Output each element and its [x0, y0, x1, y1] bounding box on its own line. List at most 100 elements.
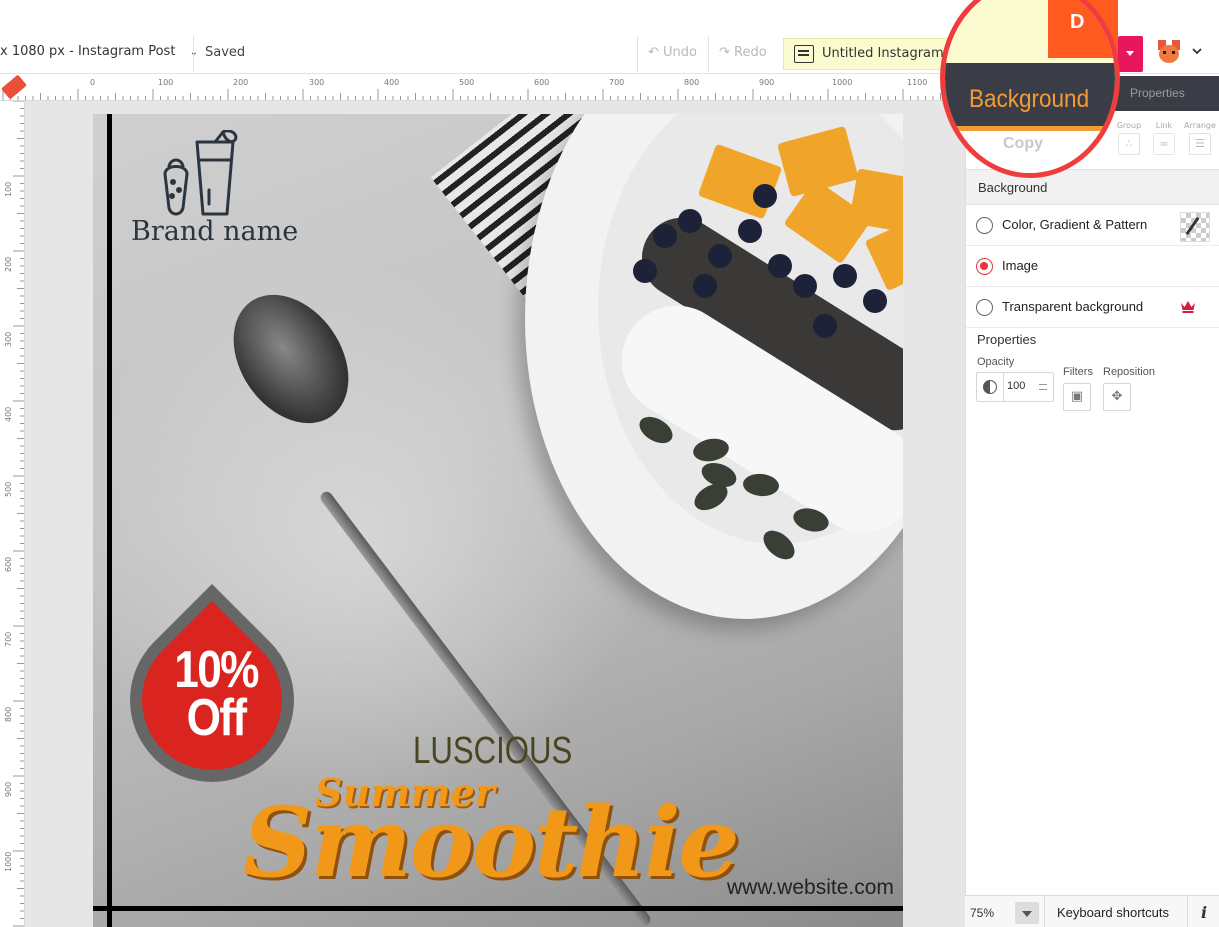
zoom-dropdown-button[interactable] — [1015, 902, 1039, 924]
ruler-label: 800 — [4, 706, 13, 722]
blueberry — [793, 274, 817, 298]
smoothie-logo-icon[interactable] — [157, 130, 247, 220]
ruler-label: 800 — [684, 78, 700, 87]
discount-percent: 10% — [174, 641, 259, 699]
group-icon: ∴ — [1118, 133, 1140, 155]
highlight-circle: D Background Copy — [940, 0, 1120, 178]
ruler-ticks — [2, 89, 964, 100]
divider — [708, 36, 709, 72]
group-tool[interactable]: Group ∴ — [1112, 121, 1146, 155]
canvas-size-label: x 1080 px - Instagram Post — [0, 44, 176, 59]
frame-line-bottom[interactable] — [93, 906, 903, 911]
zoomed-download-button: D — [1048, 0, 1115, 58]
brand-name-text[interactable]: Brand name — [131, 216, 298, 247]
discount-off: Off — [186, 689, 247, 747]
option-label: Transparent background — [1002, 299, 1144, 314]
image-filter-icon: ▣ — [1070, 389, 1084, 404]
ruler-label: 500 — [459, 78, 475, 87]
chevron-down-icon[interactable] — [1192, 46, 1202, 56]
eyedropper-icon — [1185, 216, 1200, 236]
ruler-label: 300 — [309, 78, 325, 87]
radio-color-gradient[interactable] — [976, 217, 993, 234]
ruler-label: 600 — [4, 556, 13, 572]
blueberry — [678, 209, 702, 233]
link-label: Link — [1155, 121, 1173, 130]
avatar-eyes — [1163, 51, 1175, 54]
avatar-face — [1159, 45, 1179, 63]
headline-luscious[interactable]: LUSCIOUS — [413, 730, 572, 773]
ruler-label: 200 — [4, 256, 13, 272]
download-options-button[interactable] — [1118, 36, 1143, 72]
opacity-label: Opacity — [977, 356, 1015, 368]
discount-badge-text[interactable]: 10% Off — [161, 641, 272, 747]
blueberry — [738, 219, 762, 243]
ruler-label: 1000 — [4, 851, 13, 872]
slider-grip-icon[interactable] — [1039, 384, 1047, 390]
blueberry — [768, 254, 792, 278]
zoomed-copy-label: Copy — [1003, 135, 1043, 152]
layers-icon: ☰ — [1189, 133, 1211, 155]
radio-transparent[interactable] — [976, 299, 993, 316]
opacity-value[interactable]: 100 — [1007, 380, 1025, 392]
color-picker-swatch[interactable] — [1180, 212, 1210, 242]
undo-icon: ↶ — [648, 45, 659, 60]
horizontal-ruler: 0 100 200 300 400 500 600 700 800 900 10… — [0, 76, 965, 101]
ruler-label: 900 — [759, 78, 775, 87]
redo-button[interactable]: ↷ Redo — [719, 45, 767, 60]
ruler-label: 700 — [609, 78, 625, 87]
keyboard-shortcuts-button[interactable]: Keyboard shortcuts — [1044, 896, 1188, 927]
option-label: Color, Gradient & Pattern — [1002, 217, 1148, 232]
background-section-title: Background — [978, 180, 1048, 195]
document-icon — [794, 45, 814, 63]
move-icon: ✥ — [1111, 389, 1123, 404]
ruler-label: 700 — [4, 631, 13, 647]
divider — [637, 36, 638, 72]
blueberry — [863, 289, 887, 313]
frame-line-left[interactable] — [107, 114, 112, 927]
option-image[interactable]: Image — [966, 246, 1219, 287]
design-canvas[interactable]: Brand name 10% Off LUSCIOUS Summer Smoot… — [93, 114, 903, 927]
blueberry — [753, 184, 777, 208]
ruler-label: 600 — [534, 78, 550, 87]
website-text[interactable]: www.website.com — [727, 876, 894, 900]
link-icon: ∞ — [1153, 133, 1175, 155]
undo-button[interactable]: ↶ Undo — [648, 45, 697, 60]
filters-button[interactable]: ▣ — [1063, 383, 1091, 411]
tab-properties[interactable]: Properties — [1130, 86, 1185, 100]
crown-icon — [1181, 301, 1195, 313]
opacity-icon — [983, 380, 997, 394]
filters-label: Filters — [1063, 366, 1093, 378]
zoomed-download-label: D — [1070, 11, 1085, 33]
link-tool[interactable]: Link ∞ — [1147, 121, 1181, 155]
background-section-header: Background — [966, 169, 1219, 205]
ruler-label: 200 — [233, 78, 249, 87]
zoomed-background-tab[interactable]: Background — [945, 63, 1115, 131]
group-label: Group — [1116, 121, 1142, 130]
properties-panel: Background Properties Group ∴ Link ∞ Arr… — [965, 76, 1219, 927]
ruler-label: 300 — [4, 331, 13, 347]
vertical-ruler: 100 200 300 400 500 600 700 800 900 1000 — [0, 101, 25, 927]
blueberry — [833, 264, 857, 288]
canvas-size-select[interactable]: x 1080 px - Instagram Post ⌄ — [0, 44, 198, 59]
divider — [1003, 373, 1004, 401]
headline-smoothie[interactable]: Smoothie — [243, 786, 740, 899]
radio-image[interactable] — [976, 258, 993, 275]
info-icon[interactable]: i — [1201, 903, 1207, 922]
blueberry — [708, 244, 732, 268]
blueberry — [813, 314, 837, 338]
ruler-label: 400 — [384, 78, 400, 87]
blueberry — [633, 259, 657, 283]
option-label: Image — [1002, 258, 1039, 273]
option-transparent-background[interactable]: Transparent background — [966, 287, 1219, 328]
ruler-label: 400 — [4, 406, 13, 422]
arrange-label: Arrange — [1184, 121, 1216, 130]
blueberry — [653, 224, 677, 248]
reposition-button[interactable]: ✥ — [1103, 383, 1131, 411]
status-bar: 75% Keyboard shortcuts i — [965, 895, 1219, 927]
arrange-tool[interactable]: Arrange ☰ — [1183, 121, 1217, 155]
avatar[interactable] — [1156, 38, 1182, 66]
option-color-gradient-pattern[interactable]: Color, Gradient & Pattern — [966, 205, 1219, 246]
opacity-input[interactable]: 100 — [976, 372, 1054, 402]
blueberry — [693, 274, 717, 298]
ruler-label: 0 — [90, 78, 96, 87]
